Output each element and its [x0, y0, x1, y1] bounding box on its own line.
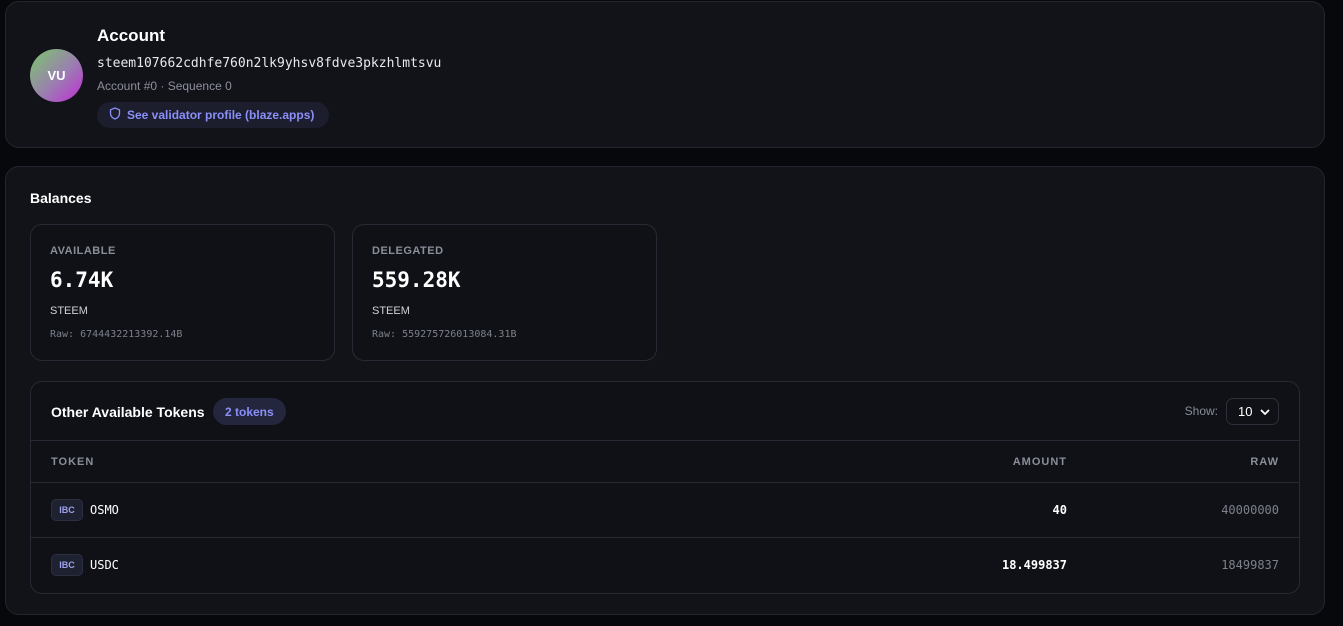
token-raw: 40000000: [1221, 503, 1279, 517]
show-label: Show:: [1184, 404, 1218, 418]
balances-card: Balances AVAILABLE 6.74K STEEM Raw: 6744…: [5, 166, 1325, 615]
delegated-unit: STEEM: [372, 305, 410, 317]
token-amount: 40: [1052, 503, 1067, 517]
validator-profile-button[interactable]: See validator profile (blaze.apps): [97, 102, 329, 128]
table-row[interactable]: IBC USDC 18.499837 18499837: [31, 538, 1299, 593]
available-raw: Raw: 6744432213392.14B: [50, 329, 183, 340]
token-name: OSMO: [90, 503, 119, 517]
column-header-raw: RAW: [1250, 456, 1279, 468]
tokens-count-badge: 2 tokens: [213, 398, 286, 425]
available-balance-box: AVAILABLE 6.74K STEEM Raw: 6744432213392…: [30, 224, 335, 361]
table-row[interactable]: IBC OSMO 40 40000000: [31, 483, 1299, 538]
tokens-table: Other Available Tokens 2 tokens Show: 10…: [30, 381, 1300, 594]
ibc-badge: IBC: [51, 554, 83, 576]
delegated-label: DELEGATED: [372, 245, 444, 257]
available-value: 6.74K: [50, 268, 114, 292]
available-label: AVAILABLE: [50, 245, 116, 257]
tokens-header: Other Available Tokens 2 tokens Show: 10: [31, 382, 1299, 441]
delegated-raw: Raw: 559275726013084.31B: [372, 329, 517, 340]
available-unit: STEEM: [50, 305, 88, 317]
shield-icon: [109, 107, 121, 123]
column-header-token: TOKEN: [51, 456, 95, 468]
page-size-value: 10: [1238, 404, 1253, 419]
page-size-select[interactable]: 10: [1226, 398, 1279, 425]
token-name: USDC: [90, 558, 119, 572]
column-header-amount: AMOUNT: [1012, 456, 1067, 468]
tokens-title: Other Available Tokens: [51, 404, 205, 420]
account-meta: Account #0 · Sequence 0: [97, 79, 232, 93]
account-title: Account: [97, 26, 165, 45]
account-card: VU Account steem107662cdhfe760n2lk9yhsv8…: [5, 1, 1325, 148]
chevron-down-icon: [1260, 404, 1270, 419]
delegated-balance-box: DELEGATED 559.28K STEEM Raw: 55927572601…: [352, 224, 657, 361]
account-address: steem107662cdhfe760n2lk9yhsv8fdve3pkzhlm…: [97, 56, 442, 71]
balances-title: Balances: [30, 190, 92, 206]
token-amount: 18.499837: [1001, 558, 1067, 572]
avatar-initials: VU: [47, 68, 66, 83]
delegated-value: 559.28K: [372, 268, 461, 292]
avatar: VU: [30, 49, 83, 102]
validator-profile-label: See validator profile (blaze.apps): [127, 108, 315, 122]
token-raw: 18499837: [1221, 558, 1279, 572]
ibc-badge: IBC: [51, 499, 83, 521]
